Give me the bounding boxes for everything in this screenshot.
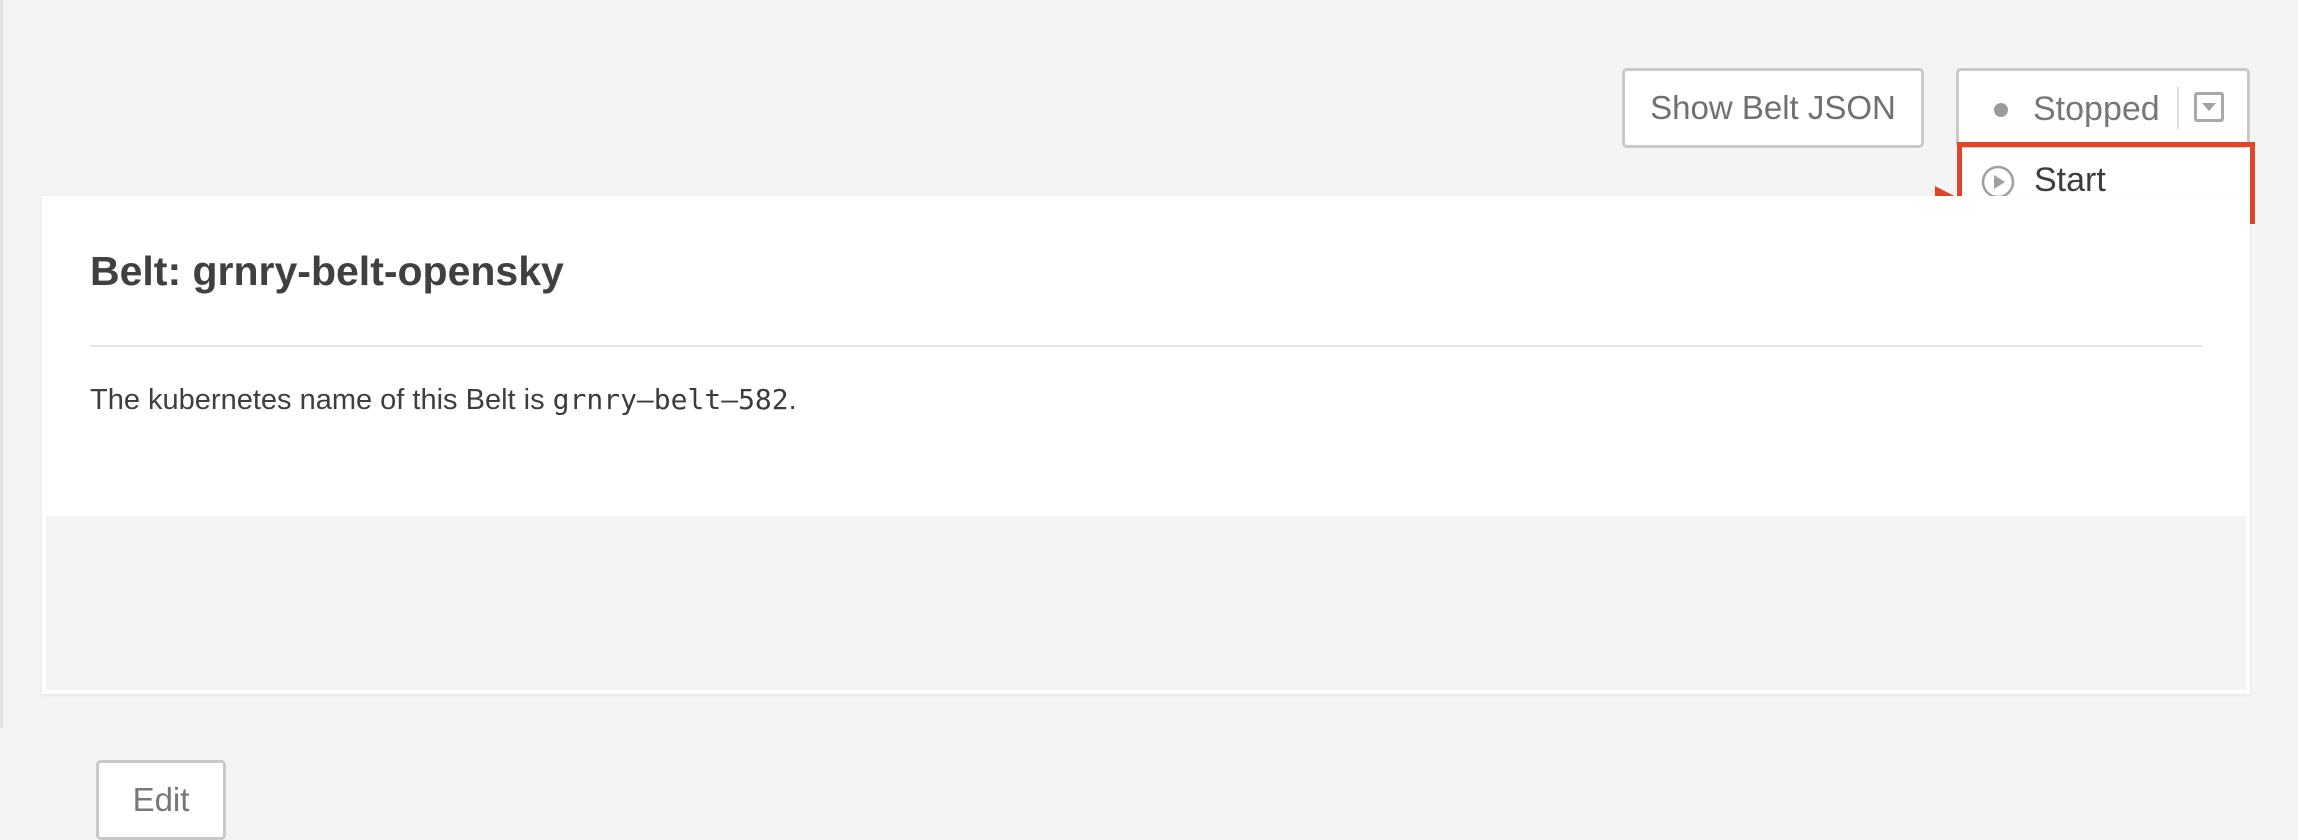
- menu-item-start-label: Start: [2034, 161, 2106, 199]
- description-suffix: .: [788, 384, 797, 416]
- dropdown-divider: [2177, 87, 2179, 129]
- show-belt-json-button[interactable]: Show Belt JSON: [1622, 68, 1924, 148]
- card-footer: Edit: [46, 516, 2246, 840]
- status-dot-icon: [1994, 103, 2008, 117]
- description-prefix: The kubernetes name of this Belt is: [90, 384, 553, 416]
- kubernetes-name-description: The kubernetes name of this Belt is grnr…: [90, 383, 797, 417]
- page-left-edge: [0, 0, 3, 728]
- title-divider: [90, 345, 2202, 347]
- belt-card: Belt: grnry-belt-opensky The kubernetes …: [42, 196, 2250, 840]
- chevron-down-glyph: [2202, 103, 2216, 111]
- status-label: Stopped: [2033, 90, 2160, 128]
- edit-button[interactable]: Edit: [96, 760, 226, 840]
- chevron-down-icon[interactable]: [2194, 92, 2224, 122]
- play-circle-icon: [1981, 165, 2015, 199]
- kubernetes-name-value: grnry–belt–582: [552, 383, 789, 416]
- page-title: Belt: grnry-belt-opensky: [90, 248, 564, 294]
- status-dropdown[interactable]: Stopped: [1956, 68, 2250, 148]
